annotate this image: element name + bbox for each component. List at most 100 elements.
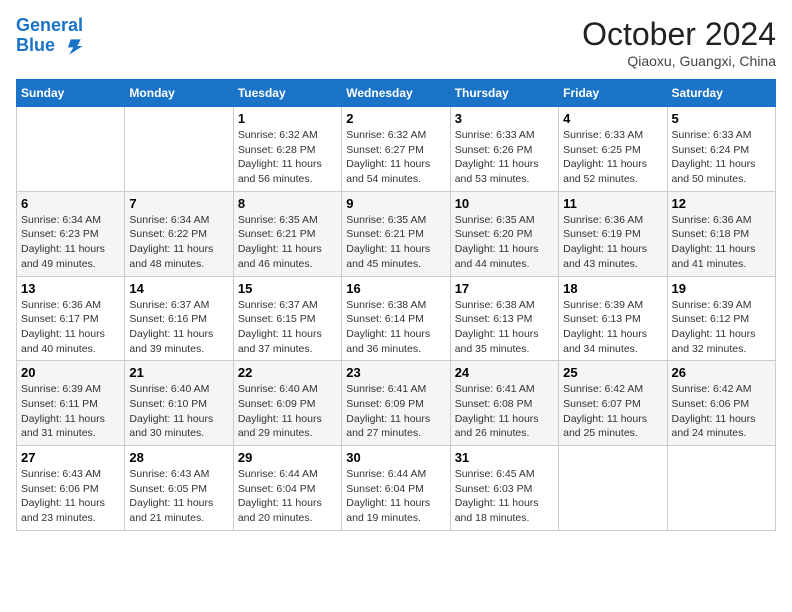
day-number: 4 [563, 111, 662, 126]
day-info: Sunrise: 6:40 AM Sunset: 6:09 PM Dayligh… [238, 382, 337, 441]
calendar-cell: 9 Sunrise: 6:35 AM Sunset: 6:21 PM Daylig… [342, 191, 450, 276]
calendar-header-row: SundayMondayTuesdayWednesdayThursdayFrid… [17, 80, 776, 107]
day-info: Sunrise: 6:36 AM Sunset: 6:18 PM Dayligh… [672, 213, 771, 272]
day-info: Sunrise: 6:39 AM Sunset: 6:12 PM Dayligh… [672, 298, 771, 357]
calendar-cell: 7Sunrise: 6:34 AM Sunset: 6:22 PM Daylig… [125, 191, 233, 276]
day-info: Sunrise: 6:35 AM Sunset: 6:21 PM Dayligh… [346, 213, 445, 272]
day-info: Sunrise: 6:41 AM Sunset: 6:08 PM Dayligh… [455, 382, 554, 441]
calendar-cell: 19Sunrise: 6:39 AM Sunset: 6:12 PM Dayli… [667, 276, 775, 361]
day-info: Sunrise: 6:42 AM Sunset: 6:07 PM Dayligh… [563, 382, 662, 441]
calendar-cell: 31Sunrise: 6:45 AM Sunset: 6:03 PM Dayli… [450, 446, 558, 531]
day-number: 17 [455, 281, 554, 296]
day-number: 8 [238, 196, 337, 211]
calendar-cell: 10 Sunrise: 6:35 AM Sunset: 6:20 PM Dayli… [450, 191, 558, 276]
day-number: 6 [21, 196, 120, 211]
day-number: 14 [129, 281, 228, 296]
day-info: Sunrise: 6:38 AM Sunset: 6:14 PM Dayligh… [346, 298, 445, 357]
day-number: 21 [129, 365, 228, 380]
calendar-cell: 23Sunrise: 6:41 AM Sunset: 6:09 PM Dayli… [342, 361, 450, 446]
day-info: Sunrise: 6:40 AM Sunset: 6:10 PM Dayligh… [129, 382, 228, 441]
day-number: 2 [346, 111, 445, 126]
calendar-cell [125, 107, 233, 192]
calendar-cell: 21 Sunrise: 6:40 AM Sunset: 6:10 PM Dayli… [125, 361, 233, 446]
day-info: Sunrise: 6:43 AM Sunset: 6:06 PM Dayligh… [21, 467, 120, 526]
day-info: Sunrise: 6:34 AM Sunset: 6:23 PM Dayligh… [21, 213, 120, 272]
month-title: October 2024 [582, 16, 776, 53]
calendar-cell: 22 Sunrise: 6:40 AM Sunset: 6:09 PM Dayli… [233, 361, 341, 446]
calendar-cell: 16 Sunrise: 6:38 AM Sunset: 6:14 PM Dayli… [342, 276, 450, 361]
calendar-cell: 26Sunrise: 6:42 AM Sunset: 6:06 PM Dayli… [667, 361, 775, 446]
day-number: 23 [346, 365, 445, 380]
calendar-table: SundayMondayTuesdayWednesdayThursdayFrid… [16, 79, 776, 531]
day-number: 22 [238, 365, 337, 380]
day-number: 11 [563, 196, 662, 211]
day-info: Sunrise: 6:44 AM Sunset: 6:04 PM Dayligh… [346, 467, 445, 526]
calendar-week-row: 6 Sunrise: 6:34 AM Sunset: 6:23 PM Daylig… [17, 191, 776, 276]
calendar-cell: 1 Sunrise: 6:32 AM Sunset: 6:28 PM Daylig… [233, 107, 341, 192]
day-number: 18 [563, 281, 662, 296]
calendar-week-row: 20Sunrise: 6:39 AM Sunset: 6:11 PM Dayli… [17, 361, 776, 446]
calendar-week-row: 1 Sunrise: 6:32 AM Sunset: 6:28 PM Daylig… [17, 107, 776, 192]
calendar-body: 1 Sunrise: 6:32 AM Sunset: 6:28 PM Daylig… [17, 107, 776, 531]
day-number: 5 [672, 111, 771, 126]
day-info: Sunrise: 6:39 AM Sunset: 6:11 PM Dayligh… [21, 382, 120, 441]
weekday-header: Friday [559, 80, 667, 107]
day-info: Sunrise: 6:33 AM Sunset: 6:25 PM Dayligh… [563, 128, 662, 187]
calendar-cell: 24 Sunrise: 6:41 AM Sunset: 6:08 PM Dayli… [450, 361, 558, 446]
calendar-cell: 8 Sunrise: 6:35 AM Sunset: 6:21 PM Daylig… [233, 191, 341, 276]
calendar-cell: 28 Sunrise: 6:43 AM Sunset: 6:05 PM Dayli… [125, 446, 233, 531]
calendar-cell [17, 107, 125, 192]
day-info: Sunrise: 6:42 AM Sunset: 6:06 PM Dayligh… [672, 382, 771, 441]
day-info: Sunrise: 6:35 AM Sunset: 6:21 PM Dayligh… [238, 213, 337, 272]
logo-icon [64, 36, 84, 56]
day-number: 9 [346, 196, 445, 211]
day-number: 3 [455, 111, 554, 126]
calendar-cell: 29Sunrise: 6:44 AM Sunset: 6:04 PM Dayli… [233, 446, 341, 531]
logo-text: General [16, 16, 84, 36]
logo: General Blue [16, 16, 84, 56]
calendar-cell: 20Sunrise: 6:39 AM Sunset: 6:11 PM Dayli… [17, 361, 125, 446]
day-number: 16 [346, 281, 445, 296]
calendar-cell: 14 Sunrise: 6:37 AM Sunset: 6:16 PM Dayli… [125, 276, 233, 361]
calendar-week-row: 27 Sunrise: 6:43 AM Sunset: 6:06 PM Dayli… [17, 446, 776, 531]
day-number: 12 [672, 196, 771, 211]
day-info: Sunrise: 6:37 AM Sunset: 6:16 PM Dayligh… [129, 298, 228, 357]
calendar-cell: 18Sunrise: 6:39 AM Sunset: 6:13 PM Dayli… [559, 276, 667, 361]
day-info: Sunrise: 6:36 AM Sunset: 6:19 PM Dayligh… [563, 213, 662, 272]
calendar-cell: 30Sunrise: 6:44 AM Sunset: 6:04 PM Dayli… [342, 446, 450, 531]
calendar-cell: 13 Sunrise: 6:36 AM Sunset: 6:17 PM Dayli… [17, 276, 125, 361]
day-number: 27 [21, 450, 120, 465]
weekday-header: Saturday [667, 80, 775, 107]
location: Qiaoxu, Guangxi, China [582, 53, 776, 69]
calendar-cell: 17Sunrise: 6:38 AM Sunset: 6:13 PM Dayli… [450, 276, 558, 361]
calendar-cell: 27 Sunrise: 6:43 AM Sunset: 6:06 PM Dayli… [17, 446, 125, 531]
day-number: 15 [238, 281, 337, 296]
day-info: Sunrise: 6:32 AM Sunset: 6:28 PM Dayligh… [238, 128, 337, 187]
day-number: 25 [563, 365, 662, 380]
day-number: 29 [238, 450, 337, 465]
day-number: 28 [129, 450, 228, 465]
calendar-cell: 4 Sunrise: 6:33 AM Sunset: 6:25 PM Daylig… [559, 107, 667, 192]
day-info: Sunrise: 6:37 AM Sunset: 6:15 PM Dayligh… [238, 298, 337, 357]
calendar-cell: 11 Sunrise: 6:36 AM Sunset: 6:19 PM Dayli… [559, 191, 667, 276]
day-number: 10 [455, 196, 554, 211]
calendar-cell: 3 Sunrise: 6:33 AM Sunset: 6:26 PM Daylig… [450, 107, 558, 192]
day-info: Sunrise: 6:35 AM Sunset: 6:20 PM Dayligh… [455, 213, 554, 272]
weekday-header: Wednesday [342, 80, 450, 107]
day-info: Sunrise: 6:33 AM Sunset: 6:26 PM Dayligh… [455, 128, 554, 187]
day-number: 24 [455, 365, 554, 380]
day-info: Sunrise: 6:45 AM Sunset: 6:03 PM Dayligh… [455, 467, 554, 526]
weekday-header: Tuesday [233, 80, 341, 107]
day-info: Sunrise: 6:36 AM Sunset: 6:17 PM Dayligh… [21, 298, 120, 357]
day-info: Sunrise: 6:34 AM Sunset: 6:22 PM Dayligh… [129, 213, 228, 272]
day-number: 1 [238, 111, 337, 126]
weekday-header: Thursday [450, 80, 558, 107]
logo-text2: Blue [16, 36, 84, 56]
weekday-header: Monday [125, 80, 233, 107]
day-number: 13 [21, 281, 120, 296]
calendar-cell: 12 Sunrise: 6:36 AM Sunset: 6:18 PM Dayli… [667, 191, 775, 276]
calendar-cell: 15 Sunrise: 6:37 AM Sunset: 6:15 PM Dayli… [233, 276, 341, 361]
calendar-cell: 2Sunrise: 6:32 AM Sunset: 6:27 PM Daylig… [342, 107, 450, 192]
day-info: Sunrise: 6:43 AM Sunset: 6:05 PM Dayligh… [129, 467, 228, 526]
calendar-cell [559, 446, 667, 531]
